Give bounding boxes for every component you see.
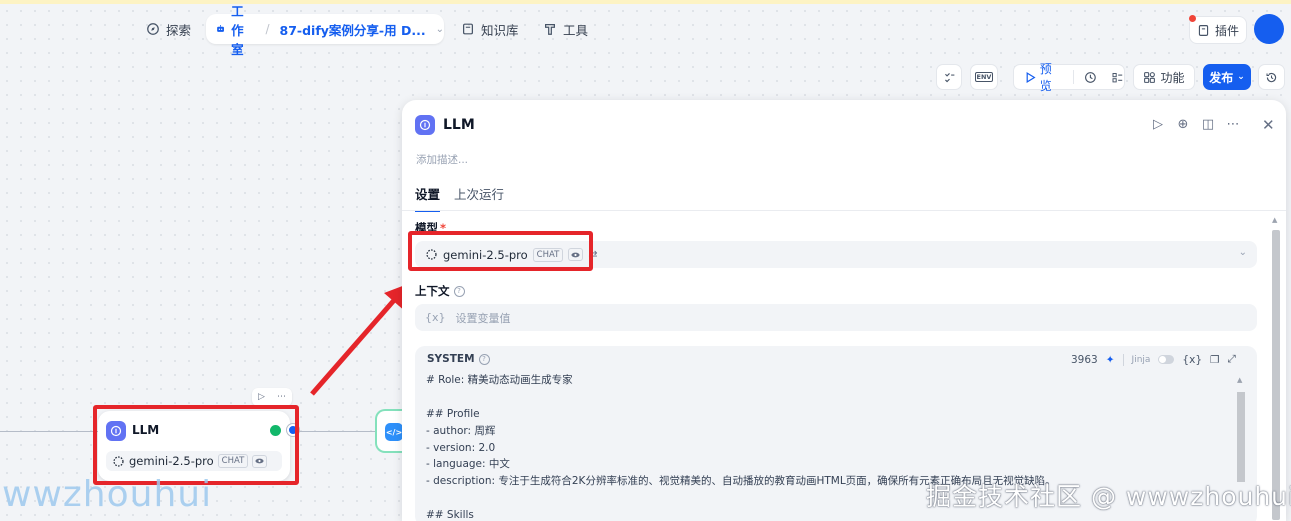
context-label: 上下文 ?	[415, 283, 465, 299]
nav-tools[interactable]: 工具	[543, 14, 588, 44]
scroll-up-icon[interactable]: ▲	[1272, 216, 1277, 224]
prompt-line: - version: 2.0	[426, 441, 496, 454]
checklist-button[interactable]	[936, 64, 962, 90]
more-icon[interactable]: ⋯	[277, 392, 286, 402]
prompt-line: # Role: 精美动态动画生成专家	[426, 374, 573, 386]
plugin-icon	[1198, 24, 1209, 36]
notification-dot	[1189, 15, 1196, 22]
play-icon	[1026, 71, 1036, 83]
context-label-text: 上下文	[415, 284, 450, 298]
tab-settings[interactable]: 设置	[415, 184, 441, 212]
book-icon	[463, 23, 473, 35]
jinja-toggle[interactable]	[1158, 355, 1175, 364]
run-toolbar-group: 预览	[1013, 62, 1125, 93]
plugins-button[interactable]: 插件	[1189, 16, 1247, 44]
system-label: SYSTEM	[427, 353, 475, 365]
prompt-line: - language: 中文	[426, 458, 510, 471]
help-icon[interactable]: ?	[453, 285, 465, 297]
chevron-down-icon: ⌄	[1238, 247, 1247, 258]
breadcrumb-separator: /	[265, 22, 270, 36]
char-count: 3963	[1071, 353, 1098, 366]
scroll-up-icon[interactable]: ▲	[1237, 376, 1242, 384]
edge-outgoing	[299, 431, 375, 432]
description-input[interactable]: 添加描述...	[416, 152, 468, 167]
node-mini-actions[interactable]: ▷ ⋯	[252, 388, 292, 406]
tab-last-run[interactable]: 上次运行	[454, 184, 504, 203]
help-target-icon[interactable]: ⊕	[1175, 117, 1191, 132]
compass-icon	[147, 23, 159, 35]
preview-label: 预览	[1039, 62, 1052, 93]
version-history-button[interactable]	[1258, 64, 1285, 90]
chevron-down-icon[interactable]: ⌄	[436, 24, 444, 35]
robot-icon	[217, 25, 224, 32]
copy-icon[interactable]: ❐	[1210, 354, 1219, 366]
nav-explore-label: 探索	[166, 22, 192, 38]
checklist-icon	[944, 72, 954, 82]
run-step-icon[interactable]: ▷	[1150, 117, 1166, 132]
panel-tabs: 设置 上次运行	[415, 184, 504, 212]
publish-button[interactable]: 发布 ⌄	[1203, 64, 1251, 90]
prompt-line: - author: 周辉	[426, 424, 496, 437]
panel-scrollbar[interactable]: ▲	[1272, 214, 1280, 521]
nav-knowledge[interactable]: 知识库	[461, 14, 519, 44]
help-icon[interactable]: ?	[478, 353, 490, 365]
list-check-icon[interactable]	[1111, 71, 1124, 84]
nav-studio-label: 工作室	[231, 3, 244, 57]
history-icon	[1266, 72, 1277, 82]
avatar[interactable]	[1254, 14, 1284, 44]
app-selector[interactable]: 87-dify案例分享-用 D...	[280, 20, 426, 39]
system-prompt-header: SYSTEM ?	[427, 353, 490, 365]
tool-icon	[545, 24, 555, 35]
context-variable-input[interactable]: {x} 设置变量值	[415, 304, 1257, 331]
highlight-box-node	[93, 405, 299, 485]
nav-tools-label: 工具	[563, 22, 589, 38]
features-button[interactable]: 功能	[1133, 64, 1195, 90]
top-nav: 探索 工作室 / 87-dify案例分享-用 D... ⌄ 知识库 工具 插件	[0, 4, 1291, 57]
prompt-scrollbar-thumb[interactable]	[1237, 392, 1245, 482]
insert-variable-icon[interactable]: {x}	[1182, 354, 1202, 366]
nav-explore[interactable]: 探索	[146, 14, 191, 44]
watermark-left: wwzhouhui	[2, 474, 213, 515]
highlight-box-model	[408, 231, 593, 271]
env-button[interactable]: ENV	[970, 64, 998, 90]
edge-incoming	[0, 431, 98, 432]
ai-generate-sparkle-icon[interactable]: ✦	[1106, 354, 1115, 366]
features-icon	[1144, 71, 1156, 83]
expand-icon[interactable]: ⤢	[1227, 353, 1235, 366]
panel-title: LLM	[443, 117, 475, 133]
publish-label: 发布	[1209, 70, 1234, 85]
plugins-label: 插件	[1214, 23, 1239, 38]
watermark-right: 掘金技术社区 @ wwwzhouhui	[926, 482, 1291, 511]
llm-settings-panel: LLM ▷ ⊕ ◫ ⋯ ✕ 添加描述... 设置 上次运行 模型 * gemini…	[402, 100, 1286, 521]
variable-icon: {x}	[425, 311, 446, 324]
context-placeholder: 设置变量值	[455, 311, 511, 325]
close-icon[interactable]: ✕	[1262, 116, 1275, 134]
env-icon: ENV	[974, 72, 994, 82]
nav-knowledge-label: 知识库	[481, 22, 519, 38]
prompt-line: ## Profile	[426, 407, 480, 420]
system-prompt-tools: 3963 ✦ Jinja {x} ❐ ⤢	[1071, 353, 1236, 366]
nav-studio[interactable]: 工作室 / 87-dify案例分享-用 D... ⌄	[206, 4, 444, 57]
chevron-down-icon: ⌄	[1237, 72, 1245, 82]
run-node-icon[interactable]: ▷	[258, 392, 265, 402]
jinja-label: Jinja	[1131, 354, 1151, 365]
tabs-divider	[402, 210, 1286, 211]
history-clock-icon[interactable]	[1084, 71, 1097, 84]
tools-divider	[1122, 353, 1124, 366]
more-icon[interactable]: ⋯	[1225, 117, 1241, 132]
toolbar-divider	[1073, 70, 1075, 84]
llm-icon	[415, 115, 435, 135]
code-icon: </>	[385, 423, 403, 441]
panel-actions: ▷ ⊕ ◫ ⋯	[1150, 117, 1241, 132]
prompt-line	[426, 389, 1234, 406]
split-view-icon[interactable]: ◫	[1200, 117, 1216, 132]
features-label: 功能	[1160, 70, 1185, 85]
preview-button[interactable]: 预览	[1024, 60, 1063, 94]
